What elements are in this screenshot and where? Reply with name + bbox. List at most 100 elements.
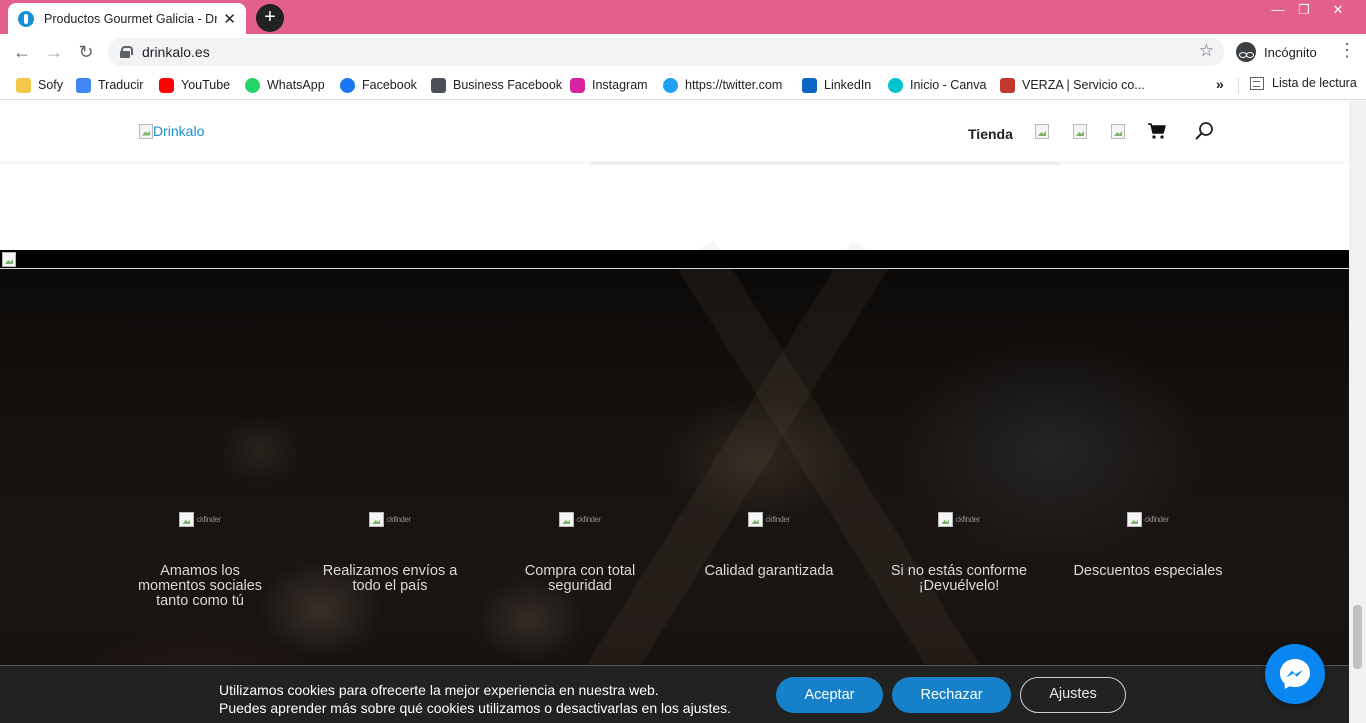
bookmark-verza[interactable]: VERZA | Servicio co... — [1000, 76, 1145, 94]
bookmark-label: Traducir — [98, 78, 144, 92]
nav-image-icon-1[interactable] — [1035, 124, 1049, 139]
scrollbar-thumb[interactable] — [1353, 605, 1362, 669]
image-alt-text: ckfinder — [765, 515, 790, 524]
tab-title: Productos Gourmet Galicia - Drinkalo — [44, 11, 218, 26]
translate-icon — [76, 77, 91, 93]
bookmark-business-facebook[interactable]: Business Facebook — [431, 76, 562, 94]
feature-image-icon — [369, 512, 385, 527]
folder-icon — [16, 77, 31, 93]
reading-list-button[interactable]: Lista de lectura — [1250, 76, 1357, 90]
verza-icon — [1000, 77, 1015, 93]
minimize-button[interactable]: — — [1265, 0, 1291, 20]
incognito-label: Incógnito — [1264, 44, 1317, 60]
browser-toolbar: ← → ↻ drinkalo.es ☆ Incógnito ⋮ — [0, 34, 1366, 70]
restore-button[interactable]: ❐ — [1291, 0, 1317, 20]
new-tab-button[interactable]: + — [256, 4, 284, 32]
messenger-chat-button[interactable] — [1265, 644, 1325, 704]
nav-image-icon-3[interactable] — [1111, 124, 1125, 139]
back-button[interactable]: ← — [10, 40, 34, 64]
nav-image-icon-2[interactable] — [1073, 124, 1087, 139]
reading-list-label: Lista de lectura — [1272, 76, 1357, 90]
reject-cookies-button[interactable]: Rechazar — [892, 677, 1011, 713]
forward-button[interactable]: → — [42, 40, 66, 64]
bookmark-label: Business Facebook — [453, 78, 563, 92]
feature-text: Si no estás conforme ¡Devuélvelo! — [890, 563, 1028, 594]
image-alt-text: ckfinder — [386, 515, 411, 524]
bookmark-label: Inicio - Canva — [910, 78, 987, 92]
image-alt-text: ckfinder — [1144, 515, 1169, 524]
bookmark-instagram[interactable]: Instagram — [570, 76, 648, 94]
broken-image-icon — [139, 123, 153, 139]
bookmark-label: https://twitter.com — [685, 78, 783, 92]
bookmarks-bar: Sofy Traducir YouTube WhatsApp Facebook … — [0, 70, 1366, 100]
site-logo[interactable]: Drinkalo — [139, 123, 204, 139]
feature-text: Calidad garantizada — [704, 563, 834, 579]
bookmark-twitter[interactable]: https://twitter.com — [663, 76, 782, 94]
bookmarks-divider — [1238, 78, 1239, 94]
feature-returns: ckfinder Si no estás conforme ¡Devuélvel… — [884, 512, 1034, 594]
feature-quality: ckfinder Calidad garantizada — [694, 512, 844, 579]
incognito-icon — [1236, 42, 1256, 62]
feature-social: ckfinder Amamos los momentos sociales ta… — [125, 512, 275, 609]
incognito-indicator[interactable]: Incógnito — [1232, 38, 1327, 66]
lock-icon — [120, 46, 133, 58]
bookmark-linkedin[interactable]: LinkedIn — [802, 76, 871, 94]
feature-image-icon — [179, 512, 195, 527]
address-bar[interactable]: drinkalo.es ☆ — [108, 38, 1224, 66]
bookmark-label: LinkedIn — [824, 78, 872, 92]
bookmark-sofy[interactable]: Sofy — [16, 76, 63, 94]
site-header: Drinkalo Tienda — [0, 101, 1349, 161]
bookmark-canva[interactable]: Inicio - Canva — [888, 76, 986, 94]
feature-text: Realizamos envíos a todo el país — [322, 563, 458, 594]
bookmark-facebook[interactable]: Facebook — [340, 76, 417, 94]
feature-image-icon — [1127, 512, 1143, 527]
header-shadow-strip — [590, 162, 1060, 165]
feature-text: Compra con total seguridad — [524, 563, 636, 594]
url-text[interactable]: drinkalo.es — [142, 44, 210, 60]
instagram-icon — [570, 77, 585, 93]
bookmarks-overflow-icon[interactable]: » — [1216, 76, 1224, 92]
linkedin-icon — [802, 77, 817, 93]
bookmark-label: WhatsApp — [267, 78, 325, 92]
image-alt-text: ckfinder — [955, 515, 980, 524]
business-facebook-icon — [431, 77, 446, 93]
reload-button[interactable]: ↻ — [74, 40, 98, 64]
youtube-icon — [159, 77, 174, 93]
reading-list-icon — [1250, 76, 1264, 90]
image-alt-text: ckfinder — [576, 515, 601, 524]
bookmark-star-icon[interactable]: ☆ — [1199, 41, 1214, 61]
page-viewport: Drinkalo Tienda ckfinder Amamos los mome… — [0, 101, 1366, 723]
bookmark-whatsapp[interactable]: WhatsApp — [245, 76, 325, 94]
feature-security: ckfinder Compra con total seguridad — [505, 512, 655, 594]
cookie-message-line-1: Utilizamos cookies para ofrecerte la mej… — [219, 682, 659, 698]
feature-text: Descuentos especiales — [1073, 563, 1223, 579]
browser-tab[interactable]: Productos Gourmet Galicia - Drinkalo ✕ — [8, 3, 246, 34]
search-icon[interactable] — [1195, 121, 1215, 141]
messenger-icon — [1280, 659, 1310, 689]
canva-icon — [888, 77, 903, 93]
close-window-button[interactable]: ✕ — [1325, 0, 1351, 20]
nav-tienda-link[interactable]: Tienda — [968, 126, 1013, 142]
accept-cookies-button[interactable]: Aceptar — [776, 677, 883, 713]
cookie-consent-bar: Utilizamos cookies para ofrecerte la mej… — [0, 665, 1349, 723]
cart-icon[interactable] — [1148, 123, 1166, 139]
bookmark-label: Facebook — [362, 78, 417, 92]
feature-discounts: ckfinder Descuentos especiales — [1073, 512, 1223, 579]
cookie-settings-button[interactable]: Ajustes — [1020, 677, 1126, 713]
facebook-icon — [340, 77, 355, 93]
cookie-message: Utilizamos cookies para ofrecerte la mej… — [219, 681, 731, 717]
image-alt-text: ckfinder — [196, 515, 221, 524]
page-scrollbar[interactable] — [1349, 101, 1366, 723]
bookmark-label: Sofy — [38, 78, 64, 92]
feature-image-icon — [559, 512, 575, 527]
bookmark-youtube[interactable]: YouTube — [159, 76, 230, 94]
bookmark-traducir[interactable]: Traducir — [76, 76, 143, 94]
feature-shipping: ckfinder Realizamos envíos a todo el paí… — [315, 512, 465, 594]
browser-menu-icon[interactable]: ⋮ — [1338, 40, 1356, 61]
cookie-message-line-2: Puedes aprender más sobre qué cookies ut… — [219, 700, 732, 716]
feature-text: Amamos los momentos sociales tanto como … — [137, 563, 263, 609]
tab-close-icon[interactable]: ✕ — [223, 10, 236, 28]
whatsapp-icon — [245, 77, 260, 93]
twitter-icon — [663, 77, 678, 93]
bookmark-label: YouTube — [181, 78, 231, 92]
